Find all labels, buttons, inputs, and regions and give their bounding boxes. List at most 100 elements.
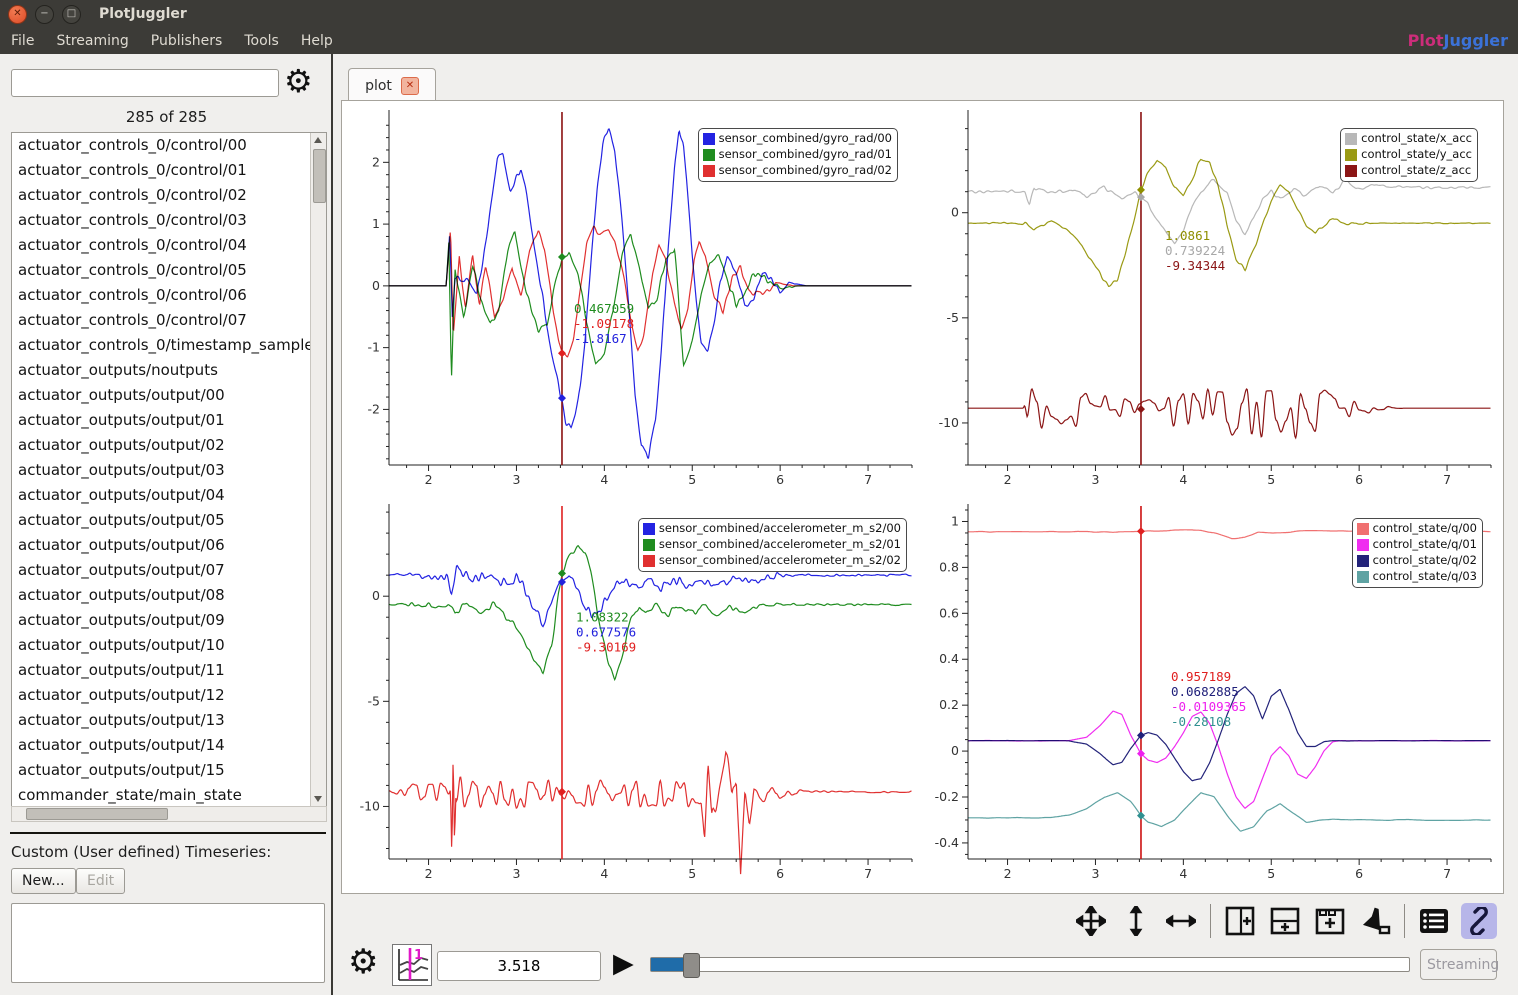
custom-timeseries-list[interactable] (11, 903, 325, 983)
horizontal-scrollbar-thumb[interactable] (26, 808, 168, 820)
timeseries-item[interactable]: actuator_controls_0/control/05 (12, 258, 326, 283)
legend-entry[interactable]: control_state/q/01 (1357, 537, 1477, 552)
move-icon[interactable] (1073, 903, 1109, 939)
timeseries-item[interactable]: actuator_controls_0/control/04 (12, 233, 326, 258)
link-ranges-icon[interactable] (1461, 903, 1497, 939)
legend-entry[interactable]: sensor_combined/accelerometer_m_s2/02 (643, 553, 901, 568)
tracker-value: 0.957189 (1171, 669, 1231, 684)
timeseries-item[interactable]: actuator_controls_0/control/00 (12, 133, 326, 158)
play-icon[interactable]: ▶ (613, 944, 634, 984)
resize-vertical-icon[interactable] (1118, 903, 1154, 939)
svg-text:2: 2 (1004, 866, 1012, 881)
timeseries-item[interactable]: commander_state/main_state (12, 783, 326, 807)
menu-help[interactable]: Help (290, 30, 344, 52)
timeseries-item[interactable]: actuator_outputs/noutputs (12, 358, 326, 383)
time-slider[interactable] (650, 957, 1410, 972)
timeseries-item[interactable]: actuator_outputs/output/08 (12, 583, 326, 608)
add-column-icon[interactable] (1222, 903, 1258, 939)
svg-text:2: 2 (1004, 472, 1012, 487)
tracker-value: 1.08322 (576, 610, 629, 625)
svg-text:7: 7 (1443, 472, 1451, 487)
search-input[interactable] (11, 69, 279, 97)
legend-entry[interactable]: control_state/q/02 (1357, 553, 1477, 568)
svg-text:7: 7 (1443, 866, 1451, 881)
sidebar-splitter[interactable] (331, 54, 333, 995)
legend-entry[interactable]: sensor_combined/gyro_rad/02 (703, 163, 892, 178)
timeseries-list[interactable]: actuator_controls_0/control/00actuator_c… (11, 132, 327, 807)
timeseries-item[interactable]: actuator_outputs/output/03 (12, 458, 326, 483)
timeseries-item[interactable]: actuator_outputs/output/15 (12, 758, 326, 783)
plot-control_state_acc[interactable]: 2345670-5-101.08610.739224-9.34344contro… (922, 102, 1502, 496)
svg-text:-1: -1 (368, 340, 380, 355)
tracker-style-button[interactable]: 1 (392, 944, 432, 986)
legend-entry[interactable]: control_state/q/03 (1357, 569, 1477, 584)
svg-text:7: 7 (864, 472, 872, 487)
timeseries-item[interactable]: actuator_outputs/output/11 (12, 658, 326, 683)
legend-entry[interactable]: sensor_combined/accelerometer_m_s2/01 (643, 537, 901, 552)
timeseries-item[interactable]: actuator_outputs/output/07 (12, 558, 326, 583)
add-row-icon[interactable] (1267, 903, 1303, 939)
menu-publishers[interactable]: Publishers (140, 30, 234, 52)
timeseries-item[interactable]: actuator_controls_0/control/03 (12, 208, 326, 233)
legend-color-swatch (703, 165, 715, 177)
legend-label: control_state/x_acc (1361, 131, 1472, 146)
legend-entry[interactable]: sensor_combined/gyro_rad/00 (703, 131, 892, 146)
timeseries-item[interactable]: actuator_outputs/output/00 (12, 383, 326, 408)
menu-file[interactable]: File (0, 30, 45, 52)
timeseries-item[interactable]: actuator_outputs/output/14 (12, 733, 326, 758)
resize-horizontal-icon[interactable] (1163, 903, 1199, 939)
svg-text:0.8: 0.8 (939, 559, 959, 574)
timeseries-item[interactable]: actuator_outputs/output/02 (12, 433, 326, 458)
svg-text:3: 3 (1091, 472, 1099, 487)
timeseries-item[interactable]: actuator_outputs/output/06 (12, 533, 326, 558)
timeseries-item[interactable]: actuator_outputs/output/04 (12, 483, 326, 508)
timeseries-item[interactable]: actuator_outputs/output/13 (12, 708, 326, 733)
plot-accelerometer_m_s2[interactable]: 2345670-5-101.083220.677576-9.30169senso… (343, 496, 922, 890)
window-maximize-button[interactable]: □ (62, 5, 81, 24)
settings-gear-icon[interactable]: ⚙ (348, 942, 378, 982)
legend-list-icon[interactable] (1416, 903, 1452, 939)
svg-text:6: 6 (1355, 472, 1363, 487)
clear-buffer-icon[interactable] (1357, 903, 1393, 939)
window-close-button[interactable]: ✕ (8, 5, 27, 24)
search-settings-gear-icon[interactable]: ⚙ (284, 62, 313, 100)
timeseries-item[interactable]: actuator_outputs/output/12 (12, 683, 326, 708)
horizontal-scrollbar[interactable] (11, 806, 327, 822)
legend-entry[interactable]: control_state/q/00 (1357, 521, 1477, 536)
scroll-down-icon[interactable] (314, 796, 322, 802)
timeseries-item[interactable]: actuator_controls_0/control/06 (12, 283, 326, 308)
scroll-up-icon[interactable] (314, 137, 322, 143)
window-minimize-button[interactable]: − (35, 5, 54, 24)
svg-text:0.6: 0.6 (939, 605, 959, 620)
timeseries-item[interactable]: actuator_controls_0/control/01 (12, 158, 326, 183)
vertical-scrollbar-thumb[interactable] (313, 149, 326, 203)
svg-text:1: 1 (414, 948, 423, 963)
legend-entry[interactable]: control_state/y_acc (1345, 147, 1472, 162)
time-slider-handle[interactable] (683, 953, 700, 978)
legend-entry[interactable]: sensor_combined/accelerometer_m_s2/00 (643, 521, 901, 536)
legend-entry[interactable]: sensor_combined/gyro_rad/01 (703, 147, 892, 162)
edit-custom-timeseries-button[interactable]: Edit (76, 868, 125, 894)
tracker-time-field[interactable] (437, 951, 601, 981)
sidebar-divider (10, 832, 326, 834)
legend-entry[interactable]: control_state/z_acc (1345, 163, 1472, 178)
add-tab-icon[interactable] (1312, 903, 1348, 939)
timeseries-item[interactable]: actuator_outputs/output/09 (12, 608, 326, 633)
timeseries-item[interactable]: actuator_outputs/output/01 (12, 408, 326, 433)
new-custom-timeseries-button[interactable]: New... (11, 868, 76, 894)
vertical-scrollbar[interactable] (310, 133, 326, 806)
streaming-button[interactable]: Streaming (1420, 949, 1497, 980)
plot-quaternion[interactable]: 23456710.80.60.40.20-0.2-0.40.9571890.06… (922, 496, 1502, 890)
legend-entry[interactable]: control_state/x_acc (1345, 131, 1472, 146)
timeseries-item[interactable]: actuator_controls_0/control/07 (12, 308, 326, 333)
timeseries-item[interactable]: actuator_controls_0/control/02 (12, 183, 326, 208)
timeseries-item[interactable]: actuator_controls_0/timestamp_sample (12, 333, 326, 358)
timeseries-item[interactable]: actuator_outputs/output/05 (12, 508, 326, 533)
legend-color-swatch (1357, 523, 1369, 535)
menu-streaming[interactable]: Streaming (45, 30, 139, 52)
menu-tools[interactable]: Tools (233, 30, 290, 52)
timeseries-item[interactable]: actuator_outputs/output/10 (12, 633, 326, 658)
tab-close-icon[interactable]: ✕ (401, 77, 419, 95)
tab-plot[interactable]: plot ✕ (348, 68, 436, 102)
plot-gyro_rad[interactable]: 234567210-1-20.467059-1.09178-1.8167sens… (343, 102, 922, 496)
